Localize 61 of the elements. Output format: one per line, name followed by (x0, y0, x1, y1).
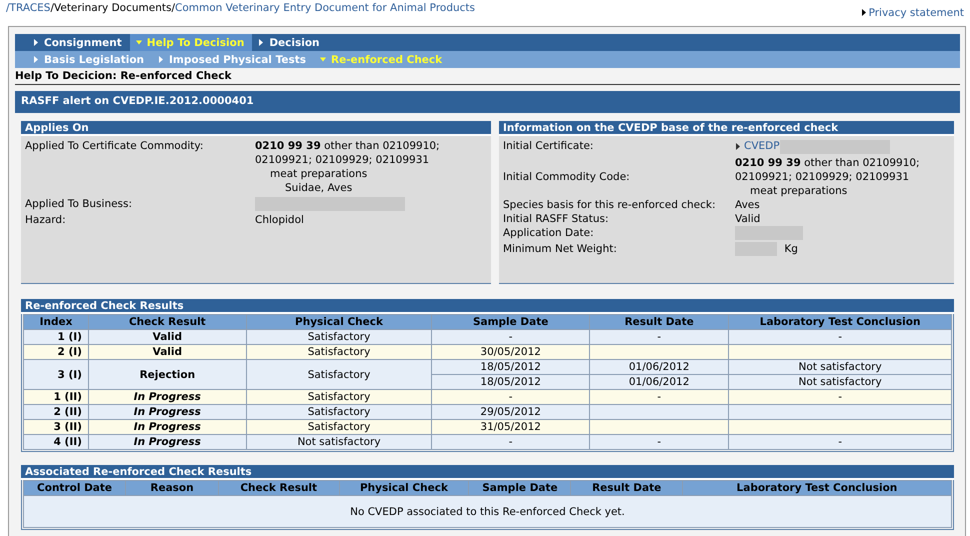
empty-message: No CVEDP associated to this Re-enforced Check yet. (24, 496, 952, 528)
menu-tab[interactable]: Consignment (27, 34, 130, 51)
privacy-statement-link[interactable]: Privacy statement (860, 6, 964, 19)
field-value: Suidae, Aves (284, 181, 354, 195)
column-header: Result Date (570, 480, 682, 496)
caret-right-icon (258, 39, 264, 46)
field-value: 0210 99 39 other than 02109910; (255, 139, 440, 153)
field-label: Application Date: (503, 226, 595, 241)
field-value: 0210 99 39 other than 02109910; (735, 156, 920, 170)
table-cell: - (728, 434, 952, 450)
table-cell: Not satisfactory (246, 434, 432, 450)
column-header: Sample Date (432, 314, 590, 330)
certificate-link[interactable]: CVEDP (735, 139, 780, 153)
caret-right-icon (735, 142, 741, 150)
field-value: meat preparations (749, 184, 848, 198)
field-value: Valid (735, 212, 760, 226)
field-value: Aves (735, 198, 760, 212)
field-label: Initial RASFF Status: (503, 212, 610, 226)
column-header: Check Result (218, 480, 339, 496)
menu-tab[interactable]: Decision (252, 34, 328, 51)
caret-right-icon (33, 39, 39, 46)
column-header: Control Date (24, 480, 126, 496)
column-header: Physical Check (339, 480, 469, 496)
table-cell: 4 (II) (24, 434, 88, 450)
breadcrumb-link[interactable]: Common Veterinary Entry Document for Animal Products (175, 2, 476, 14)
page-title: Help To Decicion: Re-enforced Check (15, 68, 960, 85)
field-label: Species basis for this re-enforced check: (503, 198, 716, 212)
panel-title: RASFF alert on CVEDP.IE.2012.0000401 (15, 91, 960, 113)
caret-down-icon (320, 56, 326, 63)
column-header: Result Date (590, 314, 729, 330)
field-value: 02109921; 02109929; 02109931 (735, 170, 910, 184)
field-label: Hazard: (25, 213, 67, 228)
field-label: Minimum Net Weight: (503, 242, 618, 257)
caret-right-icon (33, 56, 39, 63)
section-header: Information on the CVEDP base of the re-enforced check (499, 121, 954, 136)
field-value: 02109921; 02109929; 02109931 (255, 153, 430, 167)
column-header: Index (24, 314, 88, 330)
field-label: Applied To Certificate Commodity: (25, 139, 204, 153)
column-header: Reason (126, 480, 218, 496)
column-header: Sample Date (468, 480, 571, 496)
field-value: Chlopidol (255, 213, 304, 228)
caret-right-icon (860, 9, 867, 16)
field-value: meat preparations (269, 167, 368, 181)
caret-right-icon (158, 56, 164, 63)
column-header: Laboratory Test Conclusion (682, 480, 952, 496)
field-label: Initial Certificate: (503, 139, 594, 154)
field-label: Initial Commodity Code: (503, 170, 631, 184)
caret-down-icon (136, 39, 142, 46)
table-cell: In Progress (88, 434, 246, 450)
section-header: Re-enforced Check Results (21, 299, 954, 314)
table-cell: - (590, 434, 729, 450)
column-header: Physical Check (246, 314, 432, 330)
breadcrumb-text: /Veterinary Documents/ (50, 2, 175, 14)
section-header: Applies On (21, 121, 491, 136)
field-label: Applied To Business: (25, 197, 134, 212)
column-header: Check Result (88, 314, 246, 330)
breadcrumb-link[interactable]: /TRACES (6, 2, 50, 14)
section-header: Associated Re-enforced Check Results (21, 465, 954, 480)
unit-label: Kg (783, 242, 798, 255)
column-header: Laboratory Test Conclusion (728, 314, 952, 330)
table-cell: - (432, 434, 590, 450)
